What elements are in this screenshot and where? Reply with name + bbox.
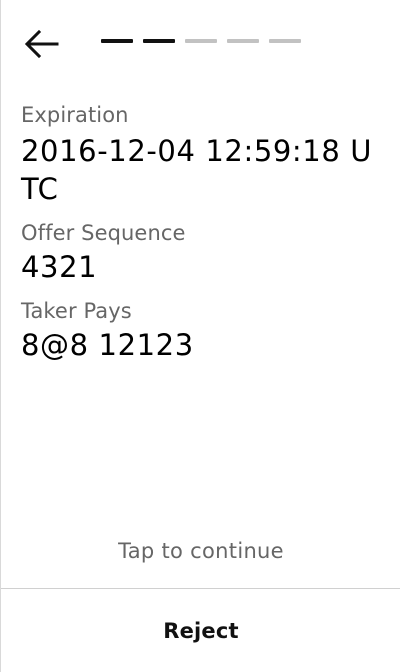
back-button[interactable] xyxy=(23,28,59,60)
taker-pays-label: Taker Pays xyxy=(21,299,132,323)
taker-pays-value: 8@8 12123 xyxy=(21,328,194,362)
arrow-left-icon xyxy=(24,29,59,59)
taker-pays-field: Taker Pays 8@8 12123 xyxy=(21,296,381,364)
progress-step-4 xyxy=(227,39,259,43)
offer-sequence-label: Offer Sequence xyxy=(21,221,186,245)
transaction-details: Expiration 2016-12-04 12:59:18 UTC Offer… xyxy=(21,100,381,374)
progress-step-5 xyxy=(269,39,301,43)
offer-sequence-field: Offer Sequence 4321 xyxy=(21,218,381,286)
offer-sequence-value: 4321 xyxy=(21,250,98,284)
review-screen[interactable]: Expiration 2016-12-04 12:59:18 UTC Offer… xyxy=(0,0,400,672)
progress-step-2 xyxy=(143,39,175,43)
expiration-value: 2016-12-04 12:59:18 UTC xyxy=(21,134,373,206)
reject-button[interactable]: Reject xyxy=(1,589,400,672)
expiration-label: Expiration xyxy=(21,103,129,127)
tap-to-continue-hint[interactable]: Tap to continue xyxy=(1,536,400,566)
progress-step-3 xyxy=(185,39,217,43)
progress-indicator xyxy=(101,39,301,43)
top-bar xyxy=(1,0,400,90)
progress-step-1 xyxy=(101,39,133,43)
expiration-field: Expiration 2016-12-04 12:59:18 UTC xyxy=(21,100,381,208)
